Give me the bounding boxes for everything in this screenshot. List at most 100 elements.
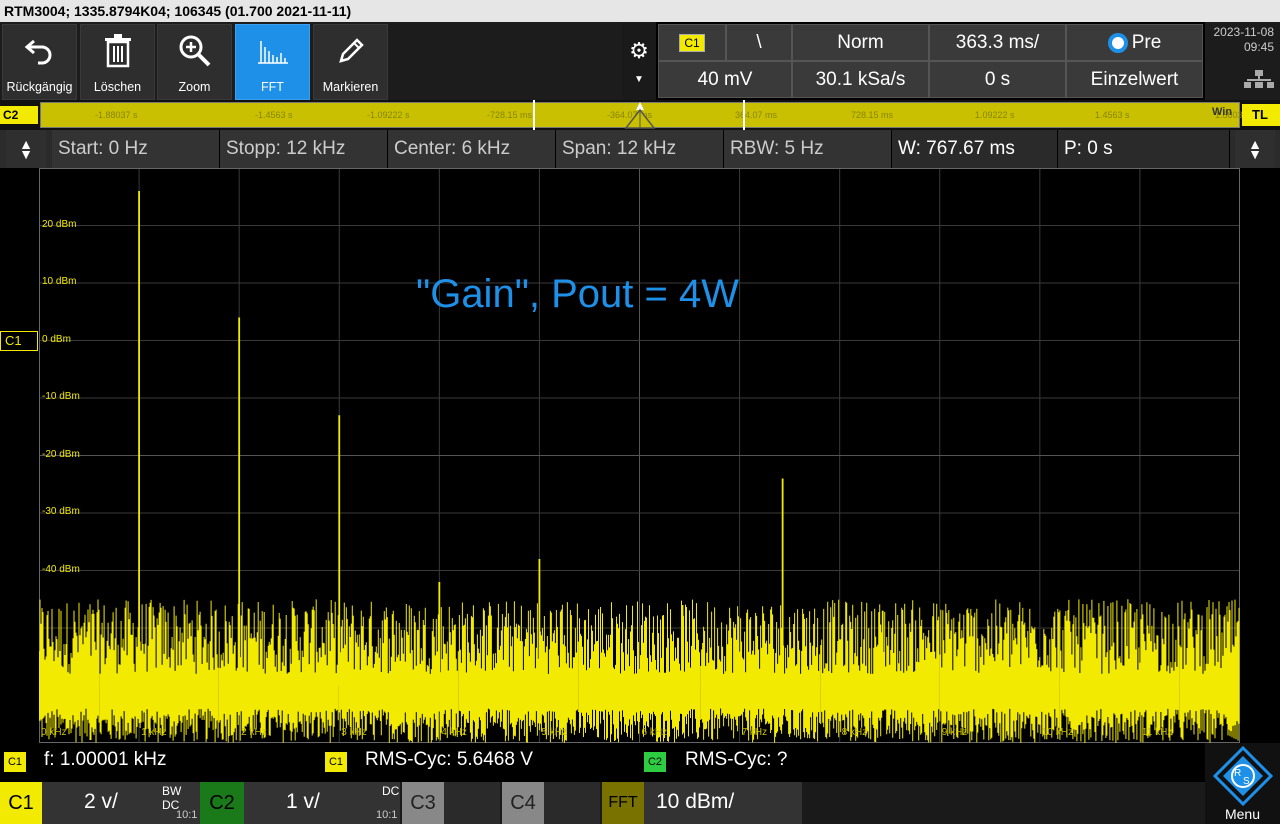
meas1-text[interactable]: f: 1.00001 kHz xyxy=(44,749,167,771)
scroll-up-down-button-right[interactable]: ▲ ▼ xyxy=(1235,130,1275,168)
falling-edge-icon: \ xyxy=(756,31,762,53)
x-tick-label: 0 kHz xyxy=(41,727,67,738)
x-tick-label: 1 kHz xyxy=(141,727,167,738)
position-button[interactable]: 0 s xyxy=(929,61,1066,98)
y-tick-label: -30 dBm xyxy=(42,506,80,517)
trigger-source-button[interactable]: C1 xyxy=(658,24,726,61)
c1-scale-button[interactable]: 2 v/ BW DC 10:1 xyxy=(42,782,200,824)
scroll-up-down-button-left[interactable]: ▲ ▼ xyxy=(6,130,46,168)
fft-channel-label: FFT xyxy=(608,794,638,811)
fft-center[interactable]: Center: 6 kHz xyxy=(388,130,556,168)
fft-position[interactable]: P: 0 s xyxy=(1058,130,1230,168)
c2-coupling: DC xyxy=(382,784,400,798)
pre-radio-icon xyxy=(1107,32,1128,53)
undo-label: Rückgängig xyxy=(6,80,73,94)
fft-start[interactable]: Start: 0 Hz xyxy=(52,130,220,168)
chevron-down-icon: ▼ xyxy=(634,73,644,85)
c4-scale-button[interactable] xyxy=(544,782,600,824)
tl-tag[interactable]: TL xyxy=(1242,104,1280,126)
c1-probe: 10:1 xyxy=(176,809,198,821)
menu-button[interactable]: R S Menu xyxy=(1205,743,1280,824)
fft-plot-area[interactable] xyxy=(39,168,1240,743)
fft-channel-button[interactable]: FFT xyxy=(602,782,644,824)
trigger-mode-button[interactable]: Norm xyxy=(792,24,929,61)
strip-tick-label: -1.09222 s xyxy=(367,110,410,120)
c2-tag: C2 xyxy=(0,106,38,124)
mark-button[interactable]: Markieren xyxy=(313,24,388,100)
c2-channel-button[interactable]: C2 xyxy=(200,782,244,824)
c3-scale-button[interactable] xyxy=(444,782,500,824)
c2-label: C2 xyxy=(209,792,235,814)
trigger-source-badge: C1 xyxy=(679,33,705,52)
x-tick-label: 5 kHz xyxy=(541,727,567,738)
c1-label: C1 xyxy=(8,792,34,814)
svg-text:S: S xyxy=(1243,776,1250,787)
c1-bw: BW DC xyxy=(162,784,182,812)
acquisition-mode-button[interactable]: Einzelwert xyxy=(1066,61,1203,98)
c1-scale: 2 v/ xyxy=(84,790,118,813)
svg-text:R: R xyxy=(1234,768,1241,779)
win-tag: Win xyxy=(1212,106,1233,118)
x-tick-label: 8 kHz xyxy=(841,727,868,738)
fft-rbw[interactable]: RBW: 5 Hz xyxy=(724,130,892,168)
delete-label: Löschen xyxy=(93,80,142,94)
meas1-badge: C1 xyxy=(4,752,26,772)
date-text: 2023-11-08 xyxy=(1213,25,1275,39)
fft-window[interactable]: W: 767.67 ms xyxy=(892,130,1058,168)
c2-probe: 10:1 xyxy=(376,809,398,821)
pencil-icon xyxy=(314,33,387,69)
c3-channel-button[interactable]: C3 xyxy=(402,782,444,824)
strip-tick-label: -1.4563 s xyxy=(255,110,293,120)
strip-tick-label: -728.15 ms xyxy=(487,110,533,120)
fft-plot-svg xyxy=(39,168,1240,743)
c4-label: C4 xyxy=(510,792,536,814)
mark-label: Markieren xyxy=(322,80,379,94)
acquisition-mode-value: Einzelwert xyxy=(1090,68,1179,90)
settings-button[interactable]: ⚙ ▼ xyxy=(622,22,656,100)
fft-button[interactable]: FFT xyxy=(235,24,310,100)
delete-button[interactable]: Löschen xyxy=(80,24,155,100)
x-tick-label: 7 kHz xyxy=(741,727,768,738)
undo-button[interactable]: Rückgängig xyxy=(2,24,77,100)
c2-scale-button[interactable]: 1 v/ DC 10:1 xyxy=(244,782,400,824)
x-tick-label: 3 kHz xyxy=(341,727,367,738)
y-tick-label: -10 dBm xyxy=(42,391,80,402)
menu-label: Menu xyxy=(1224,806,1261,822)
meas2-badge: C1 xyxy=(325,752,347,772)
fft-stop[interactable]: Stopp: 12 kHz xyxy=(220,130,388,168)
gear-icon: ⚙ xyxy=(629,37,649,63)
window-title: RTM3004; 1335.8794K04; 106345 (01.700 20… xyxy=(0,0,1280,22)
trigger-position-marker[interactable] xyxy=(622,100,658,130)
trigger-level-value: 40 mV xyxy=(697,68,753,90)
strip-tick-label: 1.09222 s xyxy=(975,110,1015,120)
up-down-arrow-icon: ▲ ▼ xyxy=(19,136,33,162)
fft-scale-button[interactable]: 10 dBm/ xyxy=(644,782,802,824)
x-tick-label: 11 kHz xyxy=(1141,727,1173,738)
fft-span[interactable]: Span: 12 kHz xyxy=(556,130,724,168)
trigger-mode-value: Norm xyxy=(837,31,884,53)
trigger-level-button[interactable]: 40 mV xyxy=(658,61,792,98)
x-tick-label: 10 kHz xyxy=(1041,727,1073,738)
timebase-button[interactable]: 363.3 ms/ xyxy=(929,24,1066,61)
meas2-text[interactable]: RMS-Cyc: 5.6468 V xyxy=(365,749,533,771)
c4-channel-button[interactable]: C4 xyxy=(502,782,544,824)
time-text: 09:45 xyxy=(1243,40,1274,54)
fft-label: FFT xyxy=(261,80,284,94)
position-value: 0 s xyxy=(984,68,1011,90)
strip-tick-label: -1.88037 s xyxy=(95,110,138,120)
sample-rate-display[interactable]: 30.1 kSa/s xyxy=(792,61,929,98)
c1-reference-marker[interactable]: C1 xyxy=(0,331,38,351)
y-tick-label: -40 dBm xyxy=(42,563,80,575)
trigger-slope-button[interactable]: \ xyxy=(726,24,792,61)
magnifier-plus-icon xyxy=(158,33,231,69)
y-tick-label: 10 dBm xyxy=(42,276,77,287)
x-tick-label: 6 kHz xyxy=(641,727,668,738)
zoom-button[interactable]: Zoom xyxy=(157,24,232,100)
zoom-label: Zoom xyxy=(178,80,211,94)
meas3-text[interactable]: RMS-Cyc: ? xyxy=(685,749,787,771)
annotation-text: "Gain", Pout = 4W xyxy=(416,272,739,316)
spectrum-icon xyxy=(236,33,309,69)
pre-button[interactable]: Pre xyxy=(1066,24,1203,61)
c1-channel-button[interactable]: C1 xyxy=(0,782,42,824)
meas3-badge: C2 xyxy=(644,752,666,772)
